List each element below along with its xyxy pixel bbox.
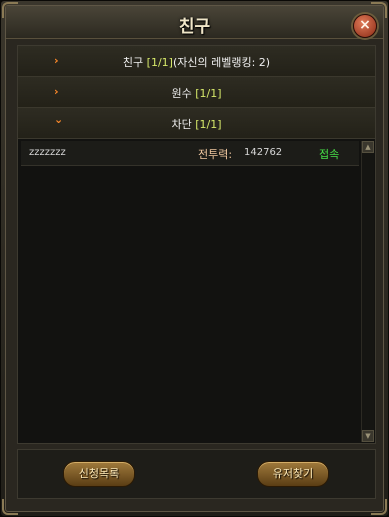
- scrollbar[interactable]: ▲ ▼: [361, 141, 374, 442]
- group-count: [1/1]: [146, 56, 173, 69]
- scroll-up-arrow-icon[interactable]: ▲: [362, 141, 374, 153]
- group-name: 친구: [122, 56, 147, 69]
- group-name: 차단: [171, 118, 196, 131]
- group-name: 원수: [171, 87, 196, 100]
- frame-corner-ornament: [371, 499, 387, 515]
- request-list-button[interactable]: 신청목록: [63, 461, 135, 487]
- group-label: 차단 [1/1]: [18, 116, 375, 132]
- combat-power-label: 전투력:: [198, 148, 233, 161]
- scroll-down-arrow-icon[interactable]: ▼: [362, 430, 374, 442]
- online-status: 접속: [319, 148, 340, 161]
- group-header-friends[interactable]: › 친구 [1/1](자신의 레벨랭킹: 2): [18, 46, 375, 77]
- friends-window: 친구 × › 친구 [1/1](자신의 레벨랭킹: 2) › 원수 [1/1] …: [0, 0, 389, 517]
- group-header-blocked[interactable]: ⌄ 차단 [1/1]: [18, 108, 375, 139]
- user-name: zzzzzzz: [29, 147, 66, 158]
- window-title: 친구: [178, 17, 211, 37]
- group-label: 친구 [1/1](자신의 레벨랭킹: 2): [18, 54, 375, 70]
- close-button[interactable]: ×: [353, 14, 377, 38]
- group-count: [1/1]: [195, 118, 222, 131]
- button-bar: 신청목록 유저찾기: [17, 449, 376, 499]
- title-bar[interactable]: 친구 ×: [6, 6, 383, 39]
- close-icon: ×: [359, 17, 371, 33]
- frame-corner-ornament: [2, 499, 18, 515]
- list-item[interactable]: zzzzzzz 전투력: 142762 접속: [21, 141, 359, 166]
- blocked-user-list: zzzzzzz 전투력: 142762 접속: [21, 141, 359, 440]
- group-header-enemies[interactable]: › 원수 [1/1]: [18, 77, 375, 108]
- find-user-button[interactable]: 유저찾기: [257, 461, 329, 487]
- group-label: 원수 [1/1]: [18, 85, 375, 101]
- friends-list-panel: › 친구 [1/1](자신의 레벨랭킹: 2) › 원수 [1/1] ⌄ 차단 …: [17, 45, 376, 444]
- group-rank-note: (자신의 레벨랭킹: 2): [172, 56, 271, 69]
- combat-power-value: 142762: [244, 147, 283, 158]
- group-count: [1/1]: [195, 87, 222, 100]
